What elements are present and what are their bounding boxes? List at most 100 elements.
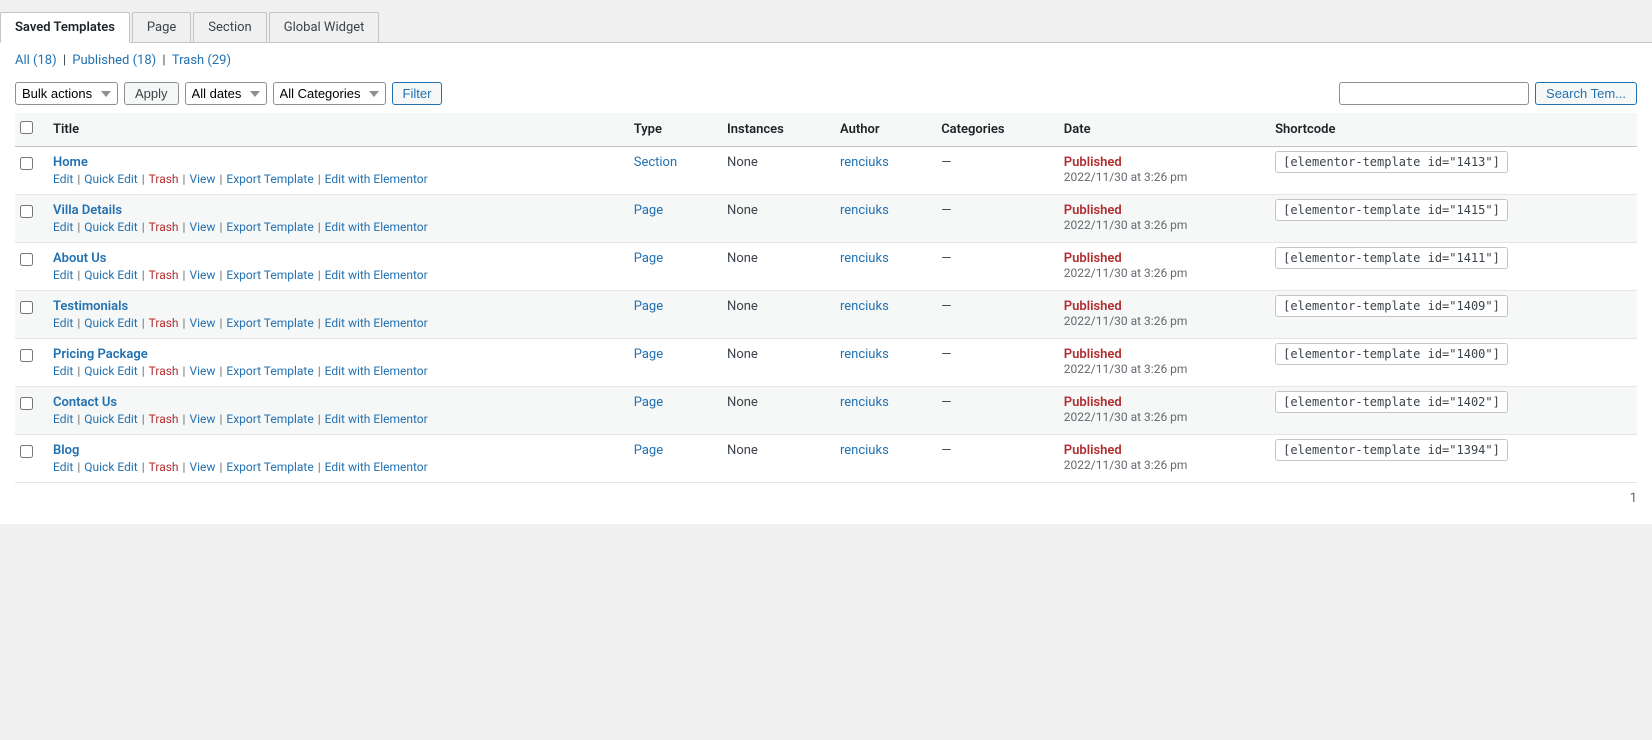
search-input[interactable] xyxy=(1339,82,1529,105)
author-link[interactable]: renciuks xyxy=(840,443,889,458)
row-action-export-template[interactable]: Export Template xyxy=(226,316,313,330)
row-action-view[interactable]: View xyxy=(189,316,215,330)
row-action-edit-with-elementor[interactable]: Edit with Elementor xyxy=(325,316,428,330)
table-row: About UsEdit | Quick Edit | Trash | View… xyxy=(15,243,1637,291)
type-link[interactable]: Page xyxy=(634,443,663,458)
author-cell: renciuks xyxy=(830,195,931,243)
bulk-actions-select[interactable]: Bulk actionsDelete xyxy=(15,82,118,105)
apply-button[interactable]: Apply xyxy=(124,82,179,105)
row-action-trash[interactable]: Trash xyxy=(149,172,179,186)
shortcode-box[interactable]: [elementor-template id="1411"] xyxy=(1275,247,1508,269)
row-action-view[interactable]: View xyxy=(189,364,215,378)
author-link[interactable]: renciuks xyxy=(840,155,889,170)
row-checkbox[interactable] xyxy=(20,205,33,218)
filter-button[interactable]: Filter xyxy=(392,82,443,105)
row-action-edit-with-elementor[interactable]: Edit with Elementor xyxy=(325,460,428,474)
row-action-edit-with-elementor[interactable]: Edit with Elementor xyxy=(325,220,428,234)
author-link[interactable]: renciuks xyxy=(840,203,889,218)
type-link[interactable]: Page xyxy=(634,299,663,314)
shortcode-box[interactable]: [elementor-template id="1415"] xyxy=(1275,199,1508,221)
row-checkbox[interactable] xyxy=(20,253,33,266)
row-action-export-template[interactable]: Export Template xyxy=(226,364,313,378)
row-action-trash[interactable]: Trash xyxy=(149,316,179,330)
row-action-export-template[interactable]: Export Template xyxy=(226,220,313,234)
shortcode-box[interactable]: [elementor-template id="1402"] xyxy=(1275,391,1508,413)
row-checkbox[interactable] xyxy=(20,157,33,170)
row-action-edit[interactable]: Edit xyxy=(53,172,73,186)
author-cell: renciuks xyxy=(830,147,931,195)
type-link[interactable]: Section xyxy=(634,155,677,170)
table-row: BlogEdit | Quick Edit | Trash | View | E… xyxy=(15,435,1637,483)
row-action-view[interactable]: View xyxy=(189,460,215,474)
row-action-trash[interactable]: Trash xyxy=(149,268,179,282)
row-title-link[interactable]: Home xyxy=(53,155,88,170)
type-link[interactable]: Page xyxy=(634,251,663,266)
row-action-export-template[interactable]: Export Template xyxy=(226,412,313,426)
row-action-quick-edit[interactable]: Quick Edit xyxy=(84,460,137,474)
row-title-link[interactable]: Contact Us xyxy=(53,395,117,410)
row-action-trash[interactable]: Trash xyxy=(149,364,179,378)
row-action-edit[interactable]: Edit xyxy=(53,220,73,234)
row-action-quick-edit[interactable]: Quick Edit xyxy=(84,412,137,426)
instances-cell: None xyxy=(717,435,830,483)
tab-page[interactable]: Page xyxy=(132,12,191,42)
author-link[interactable]: renciuks xyxy=(840,251,889,266)
row-action-edit[interactable]: Edit xyxy=(53,364,73,378)
row-action-edit-with-elementor[interactable]: Edit with Elementor xyxy=(325,172,428,186)
row-action-quick-edit[interactable]: Quick Edit xyxy=(84,220,137,234)
row-action-trash[interactable]: Trash xyxy=(149,220,179,234)
row-checkbox[interactable] xyxy=(20,445,33,458)
filter-published-link[interactable]: Published (18) xyxy=(72,53,156,68)
row-checkbox-cell xyxy=(15,147,43,195)
author-link[interactable]: renciuks xyxy=(840,347,889,362)
type-link[interactable]: Page xyxy=(634,347,663,362)
row-action-edit-with-elementor[interactable]: Edit with Elementor xyxy=(325,364,428,378)
author-link[interactable]: renciuks xyxy=(840,395,889,410)
tab-section[interactable]: Section xyxy=(193,12,266,42)
type-link[interactable]: Page xyxy=(634,203,663,218)
row-action-trash[interactable]: Trash xyxy=(149,412,179,426)
row-action-export-template[interactable]: Export Template xyxy=(226,172,313,186)
shortcode-box[interactable]: [elementor-template id="1394"] xyxy=(1275,439,1508,461)
shortcode-box[interactable]: [elementor-template id="1409"] xyxy=(1275,295,1508,317)
categories-filter-select[interactable]: All Categories xyxy=(273,82,386,105)
row-checkbox[interactable] xyxy=(20,301,33,314)
row-checkbox[interactable] xyxy=(20,349,33,362)
row-action-edit-with-elementor[interactable]: Edit with Elementor xyxy=(325,268,428,282)
row-action-trash[interactable]: Trash xyxy=(149,460,179,474)
row-action-export-template[interactable]: Export Template xyxy=(226,460,313,474)
filter-trash-link[interactable]: Trash (29) xyxy=(172,53,231,68)
row-title-link[interactable]: Villa Details xyxy=(53,203,122,218)
search-button[interactable]: Search Tem... xyxy=(1535,82,1637,105)
row-action-view[interactable]: View xyxy=(189,412,215,426)
tab-global-widget[interactable]: Global Widget xyxy=(269,12,380,42)
row-title-link[interactable]: Testimonials xyxy=(53,299,128,314)
row-action-view[interactable]: View xyxy=(189,220,215,234)
row-action-edit[interactable]: Edit xyxy=(53,460,73,474)
row-action-export-template[interactable]: Export Template xyxy=(226,268,313,282)
type-link[interactable]: Page xyxy=(634,395,663,410)
row-action-quick-edit[interactable]: Quick Edit xyxy=(84,364,137,378)
shortcode-box[interactable]: [elementor-template id="1413"] xyxy=(1275,151,1508,173)
row-action-edit[interactable]: Edit xyxy=(53,412,73,426)
row-actions: Edit | Quick Edit | Trash | View | Expor… xyxy=(53,316,614,330)
row-title-link[interactable]: Pricing Package xyxy=(53,347,148,362)
author-link[interactable]: renciuks xyxy=(840,299,889,314)
row-checkbox[interactable] xyxy=(20,397,33,410)
filter-all-link[interactable]: All (18) xyxy=(15,53,57,68)
row-action-quick-edit[interactable]: Quick Edit xyxy=(84,172,137,186)
tab-saved-templates[interactable]: Saved Templates xyxy=(0,12,130,43)
row-action-quick-edit[interactable]: Quick Edit xyxy=(84,268,137,282)
row-action-view[interactable]: View xyxy=(189,268,215,282)
row-action-quick-edit[interactable]: Quick Edit xyxy=(84,316,137,330)
select-all-checkbox[interactable] xyxy=(20,121,33,134)
row-title-link[interactable]: About Us xyxy=(53,251,106,266)
filter-sep-2: | xyxy=(162,53,168,68)
row-action-view[interactable]: View xyxy=(189,172,215,186)
row-action-edit[interactable]: Edit xyxy=(53,268,73,282)
row-title-link[interactable]: Blog xyxy=(53,443,79,458)
shortcode-box[interactable]: [elementor-template id="1400"] xyxy=(1275,343,1508,365)
date-filter-select[interactable]: All dates xyxy=(185,82,267,105)
row-action-edit-with-elementor[interactable]: Edit with Elementor xyxy=(325,412,428,426)
row-action-edit[interactable]: Edit xyxy=(53,316,73,330)
